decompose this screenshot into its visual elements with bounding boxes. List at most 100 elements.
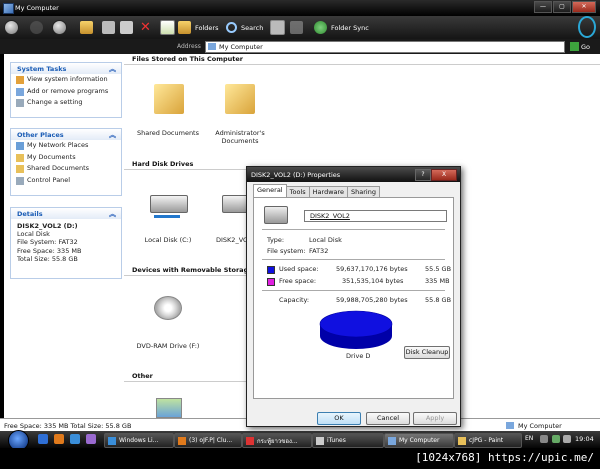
folders-button[interactable]: Folders	[178, 19, 218, 36]
place-control-panel[interactable]: Control Panel	[11, 175, 121, 187]
folder-icon	[154, 84, 184, 114]
delete-icon[interactable]: ✕	[140, 19, 151, 36]
other-item-icon[interactable]	[156, 398, 182, 418]
task-add-remove-programs[interactable]: Add or remove programs	[11, 86, 121, 98]
dvd-icon	[154, 296, 182, 320]
task-browser-2[interactable]: กระทู้ยาวของ...	[242, 433, 312, 448]
other-places-header[interactable]: Other Places ︽	[11, 129, 121, 140]
app-icon	[458, 436, 466, 445]
firefox-icon[interactable]	[54, 434, 64, 444]
my-computer-icon	[3, 3, 14, 14]
network-icon	[16, 142, 24, 150]
properties-icon[interactable]	[160, 20, 175, 35]
capacity-bytes: 59,988,705,280 bytes	[336, 296, 408, 304]
hard-drive-icon	[150, 195, 188, 213]
tab-sharing[interactable]: Sharing	[347, 186, 380, 197]
tab-tools[interactable]: Tools	[285, 186, 310, 197]
control-panel-icon	[16, 176, 24, 185]
properties-dialog: DISK2_VOL2 (D:) Properties ? X General T…	[246, 166, 461, 427]
collapse-chevron-icon: ︽	[109, 131, 116, 139]
task-view-system-info[interactable]: View system information	[11, 74, 121, 86]
tray-icon[interactable]	[552, 435, 560, 443]
system-tasks-panel: System Tasks ︽ View system information Ad…	[10, 62, 122, 118]
status-right: My Computer	[518, 422, 562, 430]
other-places-panel: Other Places ︽ My Network Places My Docum…	[10, 128, 122, 196]
task-windows-live[interactable]: Windows Li...	[104, 433, 174, 448]
views-dropdown-icon[interactable]	[290, 21, 303, 34]
folder-sync-label: Folder Sync	[331, 23, 369, 32]
task-paint[interactable]: cJPG - Paint	[454, 433, 522, 448]
media-icon[interactable]	[86, 434, 96, 444]
language-indicator[interactable]: EN	[525, 435, 533, 442]
details-header[interactable]: Details ︽	[11, 208, 121, 219]
place-shared-documents[interactable]: Shared Documents	[11, 163, 121, 175]
administrators-documents-item[interactable]: Administrator's Documents	[200, 74, 280, 154]
go-button[interactable]: Go	[570, 42, 590, 51]
free-space-bytes: 351,535,104 bytes	[342, 277, 404, 285]
used-space-size: 55.5 GB	[425, 265, 452, 273]
divider	[124, 169, 246, 170]
local-disk-c-item[interactable]: Local Disk (C:)	[128, 179, 208, 249]
up-folder-icon[interactable]	[80, 21, 93, 34]
tab-hardware[interactable]: Hardware	[308, 186, 349, 197]
app-icon	[388, 436, 396, 445]
dialog-title-bar[interactable]: DISK2_VOL2 (D:) Properties ? X	[247, 167, 460, 182]
details-free: Free Space: 335 MB	[17, 246, 82, 255]
item-label: Shared Documents	[136, 129, 199, 137]
folders-label: Folders	[195, 23, 219, 32]
folder-sync-button[interactable]: Folder Sync	[314, 19, 369, 36]
volume-icon[interactable]	[563, 435, 571, 443]
task-change-setting[interactable]: Change a setting	[11, 97, 121, 109]
address-label: Address	[177, 43, 201, 50]
status-left: Free Space: 335 MB Total Size: 55.8 GB	[4, 422, 132, 430]
ok-button[interactable]: OK	[317, 412, 361, 425]
details-total: Total Size: 55.8 GB	[17, 254, 78, 263]
volume-name-value: DISK2_VOL2	[310, 212, 350, 220]
address-bar: Address My Computer Go	[0, 39, 600, 54]
maximize-button[interactable]: ▢	[553, 1, 571, 13]
item-label: Documents	[221, 137, 259, 145]
task-my-computer[interactable]: My Computer	[384, 433, 454, 448]
free-space-size: 335 MB	[425, 277, 450, 285]
ie-icon[interactable]	[38, 434, 48, 444]
dialog-close-button[interactable]: X	[431, 169, 457, 181]
messenger-icon[interactable]	[70, 434, 80, 444]
apply-button[interactable]: Apply	[413, 412, 457, 425]
volume-name-input[interactable]: DISK2_VOL2	[304, 210, 447, 222]
cancel-button[interactable]: Cancel	[366, 412, 410, 425]
help-button[interactable]: ?	[415, 169, 431, 181]
dvd-ram-drive-item[interactable]: DVD-RAM Drive (F:)	[128, 284, 208, 354]
brand-logo	[578, 16, 596, 38]
tray-icon[interactable]	[540, 435, 548, 443]
collapse-chevron-icon: ︽	[109, 210, 116, 218]
close-button[interactable]: ✕	[572, 1, 596, 13]
minimize-button[interactable]: —	[534, 1, 552, 13]
app-icon	[178, 436, 186, 445]
toolbar: ✕ Folders Search Folder Sync	[0, 16, 600, 39]
back-icon[interactable]	[4, 20, 19, 35]
place-my-documents[interactable]: My Documents	[11, 152, 121, 164]
search-button[interactable]: Search	[226, 19, 263, 36]
tab-general[interactable]: General	[253, 184, 287, 197]
task-browser-1[interactable]: (3) oJF.P| Clu...	[174, 433, 242, 448]
capacity-size: 55.8 GB	[425, 296, 452, 304]
history-icon[interactable]	[52, 20, 67, 35]
copy-to-icon[interactable]	[120, 21, 133, 34]
clock[interactable]: 19:04	[575, 435, 594, 443]
shared-documents-item[interactable]: Shared Documents	[128, 74, 208, 144]
details-type: Local Disk	[17, 230, 50, 239]
disk-usage-pie	[319, 310, 393, 349]
move-to-icon[interactable]	[102, 21, 115, 34]
search-label: Search	[241, 23, 264, 32]
disk-cleanup-button[interactable]: Disk Cleanup	[404, 346, 450, 359]
views-icon[interactable]	[270, 20, 285, 35]
system-tasks-header[interactable]: System Tasks ︽	[11, 63, 121, 74]
section-other: Other	[132, 372, 153, 380]
place-my-network[interactable]: My Network Places	[11, 140, 121, 152]
type-value: Local Disk	[309, 236, 342, 244]
forward-icon[interactable]	[30, 21, 43, 34]
address-input[interactable]: My Computer	[205, 41, 565, 53]
title-bar[interactable]: My Computer — ▢ ✕	[0, 0, 600, 16]
task-itunes[interactable]: iTunes	[312, 433, 384, 448]
disk2-vol2-item[interactable]: DISK2_VO	[208, 179, 248, 249]
